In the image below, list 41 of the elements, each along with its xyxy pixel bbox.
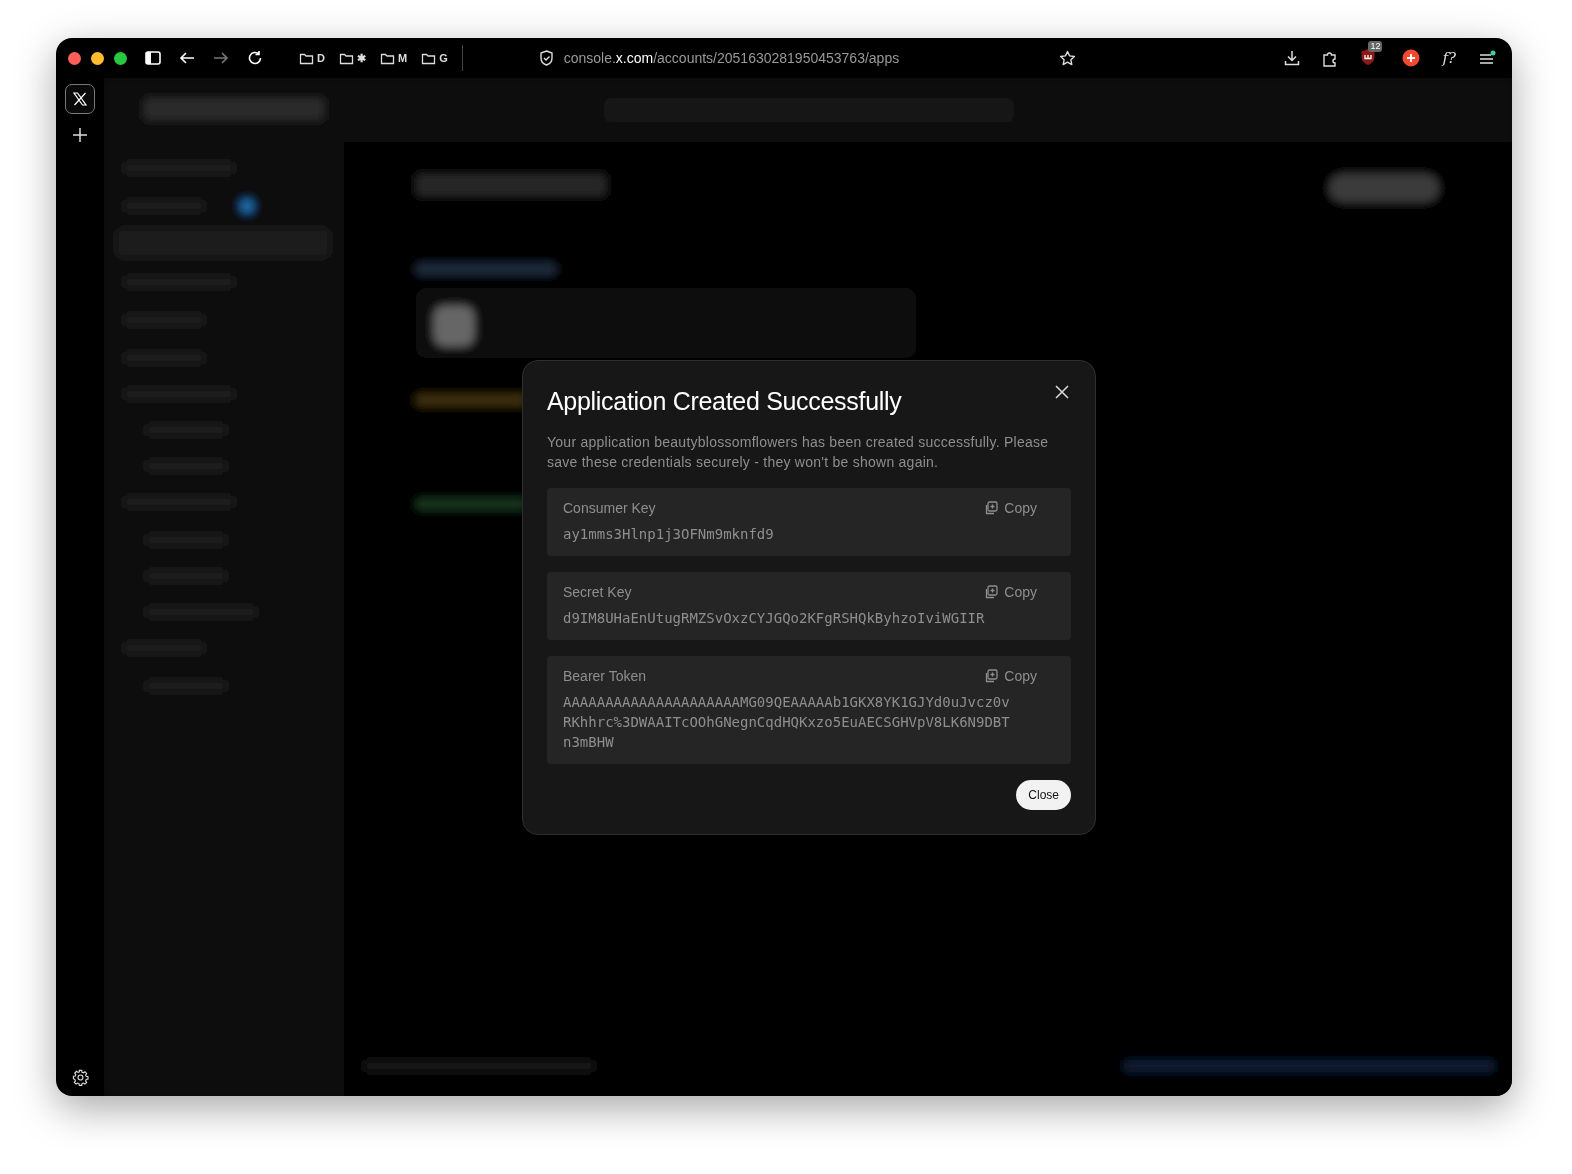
credential-label: Secret Key [563,584,632,600]
close-window-button[interactable] [68,51,81,65]
credential-label: Bearer Token [563,668,646,684]
credential-value: AAAAAAAAAAAAAAAAAAAAAMG09QEAAAAAb1GKX8YK1GJYd0uJvcz0vRKhhrc%3DWAAITcOOhGNegnCqdHQKxzo5EuAECSGHVpV8LK6N9DBTn3mBHW [563,693,1011,752]
copy-icon [984,669,999,683]
address-url[interactable]: console.x.com/accounts/2051630281950453763/apps [563,50,900,66]
back-icon[interactable] [179,51,195,65]
dialog-title: Application Created Successfully [547,387,902,416]
extension-badge: 12 [1368,41,1383,52]
reload-icon[interactable] [247,50,263,66]
bookmark-folder[interactable]: M [379,51,408,65]
plus-circle-icon[interactable] [1402,49,1421,67]
close-button[interactable]: Close [1016,780,1071,810]
x-logo-icon [73,92,87,106]
credential-label: Consumer Key [563,500,656,516]
forward-icon[interactable] [213,51,229,65]
sidebar-toggle-icon[interactable] [145,51,161,65]
browser-tab[interactable] [65,84,95,114]
new-tab-icon[interactable] [73,128,87,142]
download-icon[interactable] [1284,50,1301,66]
copy-icon [984,585,999,599]
puzzle-icon[interactable] [1322,49,1339,67]
menu-icon[interactable] [1478,50,1496,66]
settings-icon[interactable] [71,1069,89,1086]
credential-value: d9IM8UHaEnUtugRMZSvOxzCYJGQo2KFgRSHQkByhzoIviWGIIR [563,609,986,628]
copy-button[interactable]: Copy [984,584,1037,600]
zoom-window-button[interactable] [114,51,127,65]
star-icon[interactable] [1059,49,1077,67]
dialog-message: Your application beautyblossomflowers has been created successfully. Please save these credentials securely - they won't be shown again. [547,433,1050,472]
credential-value: ay1mms3Hlnp1j3OFNm9mknfd9 [563,525,775,544]
copy-button[interactable]: Copy [984,500,1037,516]
bookmark-folder[interactable]: D [299,51,325,65]
close-icon[interactable] [1055,385,1069,399]
minimize-window-button[interactable] [91,51,104,65]
copy-button[interactable]: Copy [984,668,1037,684]
bookmark-folder[interactable]: G [421,51,448,65]
shield-extension-icon[interactable] [1360,48,1377,66]
extension-label[interactable]: f? [1442,49,1456,67]
shield-icon[interactable] [538,50,554,66]
copy-icon [984,501,999,515]
bookmark-folder[interactable]: ✱ [338,51,366,65]
